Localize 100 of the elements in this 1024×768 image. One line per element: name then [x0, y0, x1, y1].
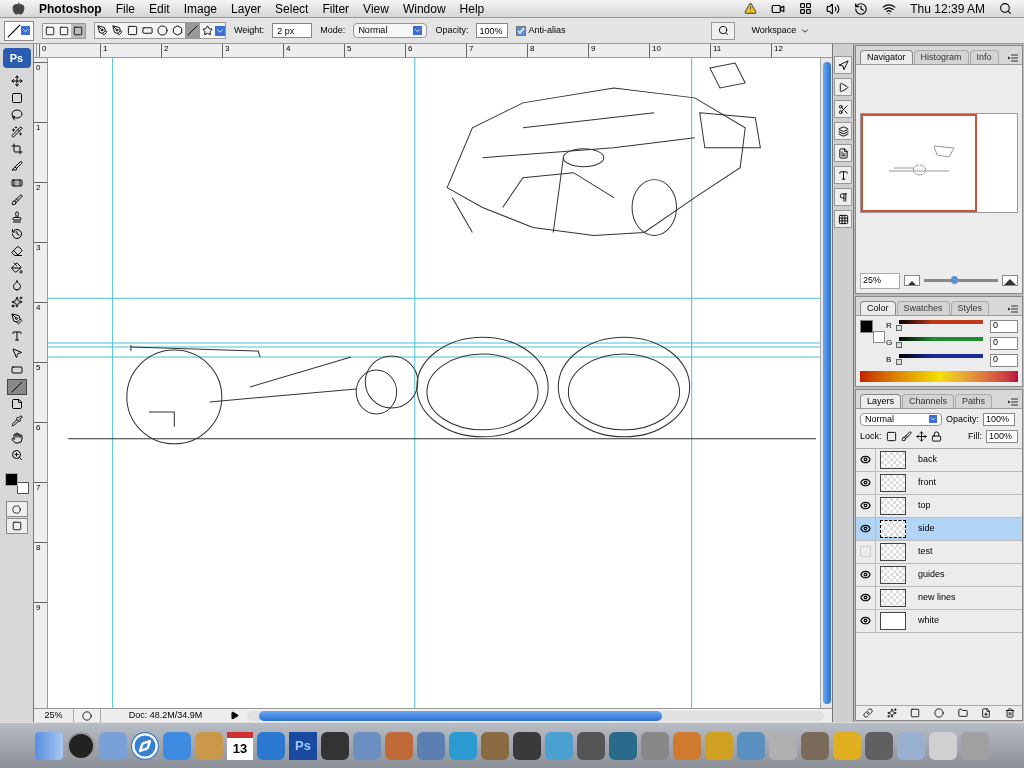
layer-row[interactable]: side: [856, 517, 1022, 541]
opacity-field[interactable]: 100%: [476, 23, 509, 38]
channel-slider[interactable]: [896, 320, 986, 332]
layer-row[interactable]: white: [856, 609, 1022, 633]
panel-dock-button[interactable]: [834, 210, 852, 228]
app-icon[interactable]: [513, 731, 541, 760]
layer-row[interactable]: test: [856, 540, 1022, 564]
menu-item[interactable]: Layer: [231, 0, 262, 18]
visibility-eye-icon[interactable]: [860, 477, 871, 488]
visibility-toggle[interactable]: [860, 546, 871, 557]
lock-paint-icon[interactable]: [900, 431, 912, 443]
channel-slider-thumb[interactable]: [896, 359, 902, 365]
panel-dock-button[interactable]: [834, 78, 852, 96]
menu-item[interactable]: Image: [183, 0, 218, 18]
status-menu-arrow-icon[interactable]: [230, 711, 239, 720]
delete-layer-icon[interactable]: [1005, 708, 1016, 718]
panel-dock-button[interactable]: [834, 144, 852, 162]
apple-menu-icon[interactable]: [12, 2, 25, 15]
channel-slider[interactable]: [896, 337, 986, 349]
layer-style-icon[interactable]: [886, 708, 897, 718]
panel-dock-button[interactable]: [834, 166, 852, 184]
photoshop-icon[interactable]: Ps: [289, 731, 317, 760]
zoom-in-button[interactable]: [1002, 275, 1018, 287]
menu-item[interactable]: File: [115, 0, 135, 18]
zoom-slider-track[interactable]: [924, 279, 998, 283]
mode-dropdown[interactable]: Normal: [353, 23, 428, 38]
visibility-eye-icon[interactable]: [860, 454, 871, 465]
color-spectrum-bar[interactable]: [860, 370, 1018, 382]
panel-dock-button[interactable]: [834, 56, 852, 74]
adjustment-layer-icon[interactable]: [933, 708, 944, 718]
layer-row[interactable]: front: [856, 471, 1022, 495]
lock-position-icon[interactable]: [915, 431, 927, 443]
new-layer-icon[interactable]: [981, 708, 992, 718]
path-mode-buttons[interactable]: [42, 22, 86, 39]
app-icon[interactable]: [865, 731, 893, 760]
wifi-icon[interactable]: [882, 1, 897, 16]
channel-value-field[interactable]: 0: [990, 353, 1018, 367]
layer-row[interactable]: new lines: [856, 586, 1022, 610]
visibility-eye-icon[interactable]: [860, 592, 871, 603]
channel-slider-thumb[interactable]: [896, 325, 902, 331]
dashboard-icon[interactable]: [67, 731, 95, 760]
panel-dock-button[interactable]: [834, 100, 852, 118]
menu-item[interactable]: Help: [459, 0, 485, 18]
visibility-eye-icon[interactable]: [860, 615, 871, 626]
new-group-icon[interactable]: [957, 708, 968, 718]
volume-icon[interactable]: [826, 1, 841, 16]
spaces-icon[interactable]: [799, 2, 813, 15]
calendar-icon[interactable]: 13: [227, 731, 253, 760]
panel-menu-icon[interactable]: [1008, 397, 1018, 406]
panel-tab[interactable]: Navigator: [860, 50, 913, 64]
foreground-color-swatch[interactable]: [860, 319, 873, 333]
file-browser-button[interactable]: [711, 21, 736, 40]
photoshop-logo[interactable]: Ps: [2, 48, 31, 68]
visibility-eye-icon[interactable]: [860, 569, 871, 580]
background-color-swatch[interactable]: [873, 330, 885, 343]
visibility-eye-icon[interactable]: [860, 500, 871, 511]
layer-row[interactable]: guides: [856, 563, 1022, 587]
channel-slider[interactable]: [896, 354, 986, 366]
panel-tab[interactable]: Color: [860, 300, 896, 315]
panel-tab[interactable]: Paths: [955, 393, 993, 408]
visibility-eye-icon[interactable]: [860, 523, 871, 534]
panel-menu-icon[interactable]: [1008, 304, 1018, 313]
layer-row[interactable]: back: [856, 448, 1022, 472]
zoom-out-button[interactable]: [904, 275, 920, 287]
link-layers-icon[interactable]: [862, 708, 873, 718]
search-icon[interactable]: [999, 2, 1012, 15]
channel-slider-thumb[interactable]: [896, 342, 902, 348]
layer-mask-icon[interactable]: [910, 708, 921, 718]
panel-menu-icon[interactable]: [1008, 54, 1018, 62]
app-icon[interactable]: [577, 731, 605, 760]
status-menu-icon[interactable]: [82, 710, 92, 721]
panel-tab[interactable]: Histogram: [913, 50, 969, 64]
lock-all-icon[interactable]: [930, 431, 942, 443]
navigator-zoom-field[interactable]: 25%: [860, 273, 900, 289]
menu-item[interactable]: Filter: [322, 0, 350, 18]
tool-preset-picker[interactable]: [4, 20, 34, 41]
compass-icon[interactable]: [131, 731, 159, 760]
foreground-color-swatch[interactable]: [4, 473, 18, 486]
panel-tab[interactable]: Channels: [902, 393, 955, 408]
menu-item[interactable]: Edit: [149, 0, 170, 18]
screen-mode-button[interactable]: [5, 518, 28, 534]
panel-tab[interactable]: Info: [969, 50, 999, 64]
menu-item[interactable]: Select: [275, 0, 309, 18]
workspace-dropdown[interactable]: Workspace: [743, 23, 819, 38]
layer-fill-field[interactable]: 100%: [986, 430, 1018, 444]
warning-icon[interactable]: [744, 2, 758, 15]
panel-tab[interactable]: Layers: [860, 393, 901, 408]
layer-row[interactable]: top: [856, 494, 1022, 518]
lock-transparency-icon[interactable]: [885, 431, 897, 443]
panel-dock-button[interactable]: [834, 122, 852, 140]
zoom-slider-thumb[interactable]: [950, 276, 958, 285]
horizontal-scrollbar[interactable]: [247, 710, 824, 721]
tool-button[interactable]: [6, 379, 27, 395]
background-color-swatch[interactable]: [16, 482, 29, 494]
app-icon[interactable]: [321, 731, 349, 760]
vertical-scrollbar[interactable]: [820, 58, 832, 708]
panel-tab[interactable]: Swatches: [896, 300, 950, 315]
app-icon[interactable]: [609, 731, 637, 760]
layer-opacity-field[interactable]: 100%: [983, 412, 1015, 426]
weight-field[interactable]: 2 px: [272, 23, 313, 38]
